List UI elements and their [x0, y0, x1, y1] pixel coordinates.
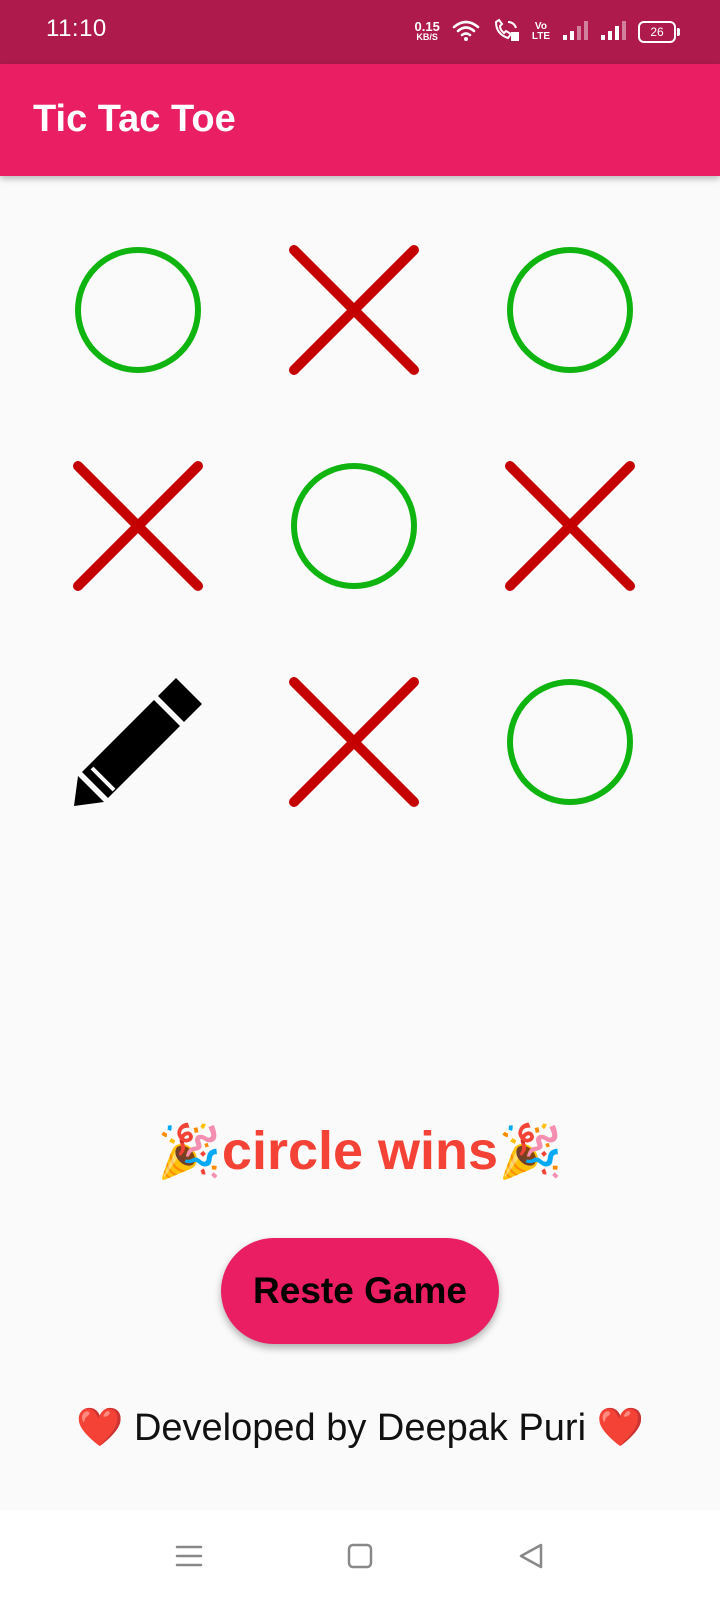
- cross-icon: [505, 461, 635, 591]
- cross-icon: [289, 245, 419, 375]
- circle-icon: [507, 679, 633, 805]
- heart-icon: ❤️: [596, 1407, 644, 1449]
- reset-game-button[interactable]: Reste Game: [221, 1238, 499, 1344]
- result-text: circle wins: [221, 1121, 499, 1181]
- board-cell-circle[interactable]: [72, 244, 204, 376]
- cross-icon: [289, 677, 419, 807]
- board-cell-cross[interactable]: [504, 460, 636, 592]
- back-triangle-icon: [519, 1543, 543, 1569]
- circle-icon: [291, 463, 417, 589]
- circle-icon: [507, 247, 633, 373]
- recent-apps-button[interactable]: [171, 1538, 207, 1574]
- party-popper-icon: 🎉: [157, 1123, 222, 1181]
- back-button[interactable]: [513, 1538, 549, 1574]
- board-cell-circle[interactable]: [288, 460, 420, 592]
- home-square-icon: [347, 1543, 373, 1569]
- game-board: [0, 0, 720, 900]
- navigation-bar: [0, 1510, 720, 1600]
- board-cell-empty[interactable]: [72, 676, 204, 808]
- heart-icon: ❤️: [76, 1407, 124, 1449]
- board-cell-circle[interactable]: [504, 244, 636, 376]
- developer-credit: ❤️ Developed by Deepak Puri ❤️: [0, 1406, 720, 1450]
- home-button[interactable]: [342, 1538, 378, 1574]
- result-message: 🎉circle wins🎉: [0, 1120, 720, 1182]
- menu-icon: [175, 1545, 203, 1567]
- party-popper-icon: 🎉: [498, 1123, 563, 1181]
- board-cell-circle[interactable]: [504, 676, 636, 808]
- pencil-icon: [74, 678, 202, 806]
- board-cell-cross[interactable]: [288, 676, 420, 808]
- credit-text: Developed by Deepak Puri: [123, 1407, 597, 1449]
- circle-icon: [75, 247, 201, 373]
- board-cell-cross[interactable]: [72, 460, 204, 592]
- cross-icon: [73, 461, 203, 591]
- board-cell-cross[interactable]: [288, 244, 420, 376]
